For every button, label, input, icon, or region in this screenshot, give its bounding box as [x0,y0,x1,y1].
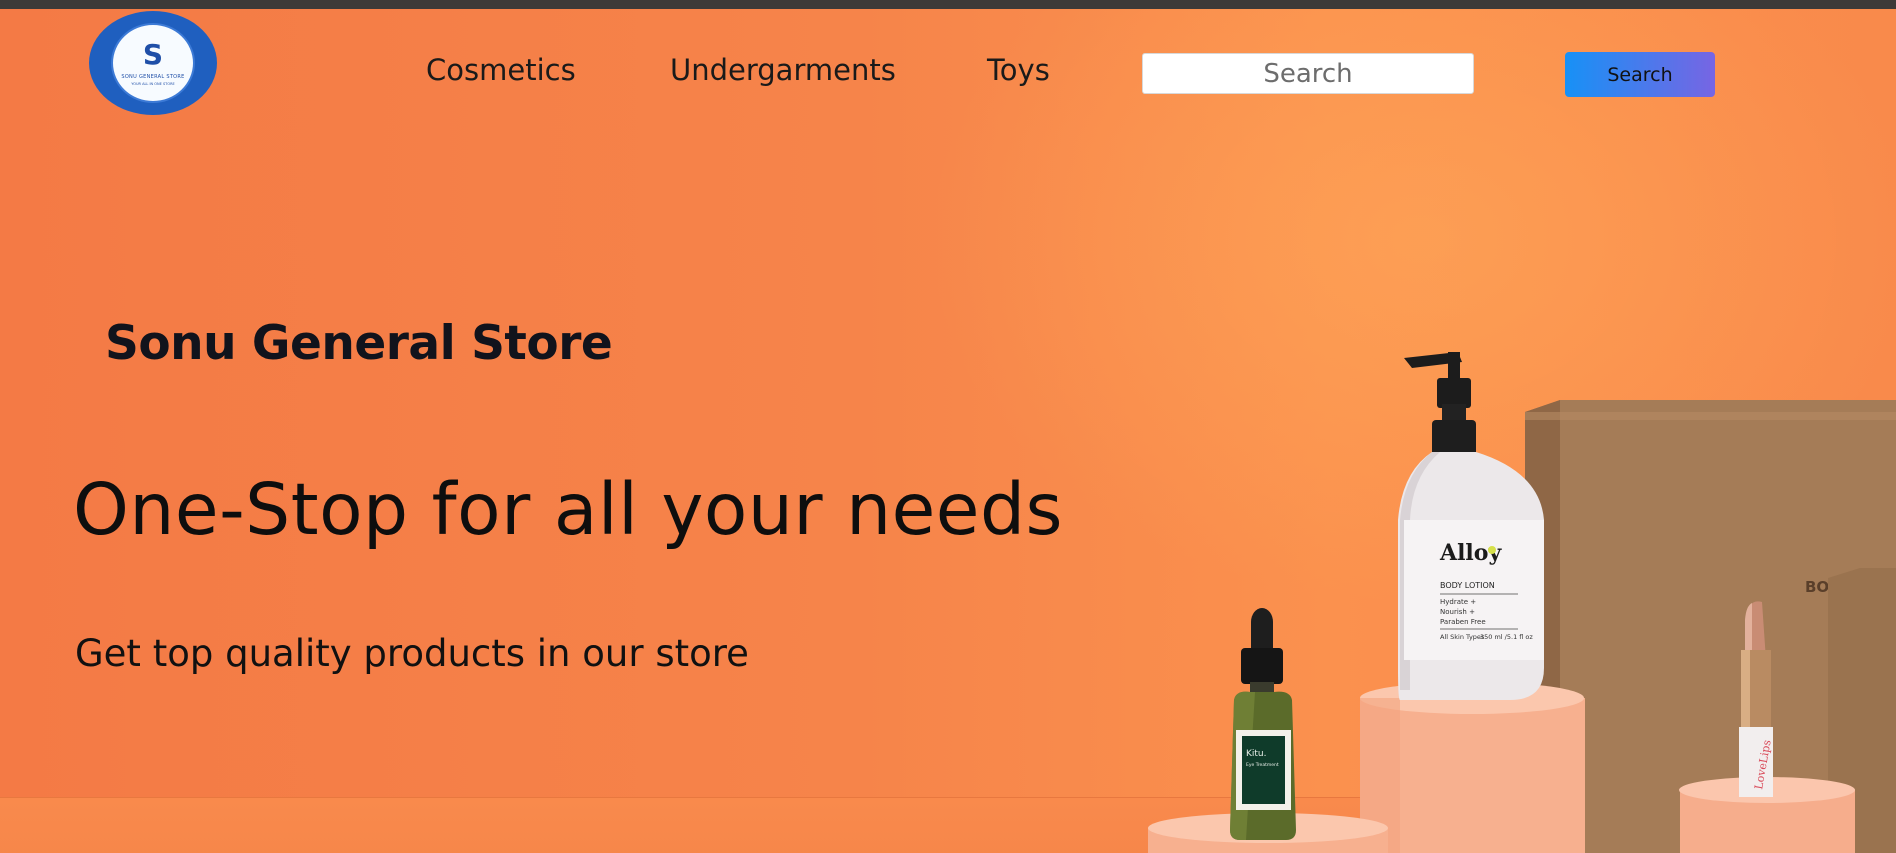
product-display-illustration: BOX Alloy BODY LOTION Hydrate + Nourish [1148,352,1896,853]
nav-link-undergarments[interactable]: Undergarments [670,53,896,87]
logo-name: SONU GENERAL STORE [121,73,185,80]
nav-link-toys[interactable]: Toys [987,53,1050,87]
store-title: Sonu General Store [105,316,613,371]
logo-letter: S [142,37,164,71]
lotion-line-3: Paraben Free [1440,618,1486,626]
lotion-line-2: Nourish + [1440,608,1475,616]
serum-type: Eye Treatment [1246,762,1279,768]
lotion-bottle: Alloy BODY LOTION Hydrate + Nourish + Pa… [1398,352,1544,700]
serum-bottle: Kitu. Eye Treatment [1230,608,1296,840]
hero-tagline: One-Stop for all your needs [73,468,1064,551]
lotion-volume: 350 ml /5.1 fl oz [1480,633,1533,641]
logo-badge: S SONU GENERAL STORE YOUR ALL IN ONE STO… [111,23,195,103]
lotion-line-1: Hydrate + [1440,598,1476,606]
lotion-type: BODY LOTION [1440,581,1495,590]
serum-brand: Kitu. [1246,749,1267,759]
logo-subtitle: YOUR ALL IN ONE STORE [131,81,175,86]
search-button[interactable]: Search [1565,52,1715,97]
nav-link-cosmetics[interactable]: Cosmetics [426,53,576,87]
search-input[interactable] [1142,53,1474,94]
hero-subtagline: Get top quality products in our store [75,632,749,675]
lotion-skin: All Skin Types [1440,633,1485,641]
store-logo[interactable]: S SONU GENERAL STORE YOUR ALL IN ONE STO… [89,11,217,115]
